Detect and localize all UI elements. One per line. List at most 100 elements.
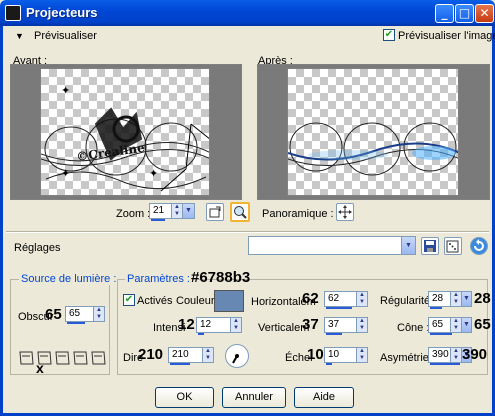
- cone-overlay: 65: [474, 316, 491, 333]
- zoom-dropdown-icon[interactable]: ▼: [182, 204, 194, 218]
- parameters-title: Paramètres :: [125, 273, 192, 285]
- cone-label: Cône :: [397, 322, 430, 334]
- scale-overlay: 10: [307, 346, 324, 363]
- regularity-spinner[interactable]: 28 ▲ ▼ ▼: [428, 291, 472, 309]
- pan-label: Panoramique :: [262, 208, 334, 220]
- regularity-spin-arrows-icon[interactable]: ▲ ▼: [450, 292, 461, 306]
- direction-spin-arrows-icon[interactable]: ▲ ▼: [202, 348, 213, 362]
- reset-icon: [474, 239, 484, 251]
- vertical-value: 37: [328, 319, 340, 330]
- regularity-value: 28: [432, 293, 444, 304]
- zoom-fit-button[interactable]: [206, 203, 224, 221]
- collapse-arrow-icon[interactable]: ▼: [15, 31, 24, 41]
- horizontal-bar: [326, 307, 352, 309]
- vertical-overlay: 37: [302, 316, 319, 333]
- horizontal-value: 62: [328, 293, 340, 304]
- preview-image-checkbox[interactable]: ✔: [383, 29, 395, 41]
- close-button[interactable]: ✕: [475, 4, 494, 23]
- intensity-spin-arrows-icon[interactable]: ▲ ▼: [230, 318, 241, 332]
- color-hex-overlay: #6788b3: [191, 269, 251, 286]
- cancel-button[interactable]: Annuler: [222, 387, 286, 408]
- random-preset-button[interactable]: [444, 237, 462, 255]
- horizontal-spin-arrows-icon[interactable]: ▲ ▼: [356, 292, 367, 306]
- regularity-overlay: 28: [474, 290, 491, 307]
- obscurity-value: 65: [69, 308, 81, 319]
- vertical-spin-arrows-icon[interactable]: ▲ ▼: [356, 318, 367, 332]
- vertical-bar: [326, 333, 342, 335]
- cone-bar: [430, 333, 452, 335]
- light-source-lamps-icon: [19, 351, 106, 365]
- obscurity-spinner[interactable]: 65 ▲ ▼: [65, 306, 105, 324]
- light-source-title: Source de lumière :: [19, 273, 119, 285]
- direction-needle-icon: [232, 354, 239, 364]
- obscurity-spin-arrows-icon[interactable]: ▲ ▼: [93, 307, 104, 321]
- color-swatch[interactable]: [214, 290, 244, 312]
- presets-label: Réglages: [14, 242, 61, 254]
- after-preview-frame: [257, 64, 490, 200]
- presets-dropdown[interactable]: ▼: [248, 236, 416, 255]
- after-preview-image: [287, 68, 459, 196]
- maximize-button[interactable]: □: [455, 4, 474, 23]
- direction-bar: [170, 363, 190, 365]
- scale-spin-arrows-icon[interactable]: ▲ ▼: [356, 348, 367, 362]
- direction-dial[interactable]: [225, 344, 249, 368]
- asymmetry-overlay: 390: [462, 346, 488, 363]
- magnifier-icon: [234, 206, 247, 219]
- direction-spinner[interactable]: 210 ▲ ▼: [168, 347, 214, 365]
- horizontal-spinner[interactable]: 62 ▲ ▼: [324, 291, 368, 309]
- save-preset-button[interactable]: [421, 237, 439, 255]
- regularity-dropdown-icon[interactable]: ▼: [461, 292, 471, 306]
- reset-preset-button[interactable]: [470, 237, 488, 255]
- vertical-spinner[interactable]: 37 ▲ ▼: [324, 317, 368, 335]
- fit-window-icon: [209, 206, 221, 218]
- obscurity-bar: [67, 322, 85, 324]
- move-icon: [338, 205, 352, 219]
- before-preview-frame: ©Crealine ✦ ✦ ✦: [10, 64, 242, 200]
- before-preview-image[interactable]: ©Crealine ✦ ✦ ✦: [40, 68, 210, 196]
- pan-button[interactable]: [336, 203, 354, 221]
- direction-overlay: 210: [138, 346, 164, 363]
- intensity-overlay: 12: [178, 316, 195, 333]
- preview-toggle-label[interactable]: Prévisualiser: [34, 30, 97, 42]
- zoom-label: Zoom :: [116, 208, 151, 220]
- minimize-button[interactable]: _: [435, 4, 454, 23]
- asymmetry-spin-arrows-icon[interactable]: ▲ ▼: [450, 348, 461, 362]
- asymmetry-value: 390: [432, 349, 449, 360]
- floppy-disk-icon: [424, 240, 436, 252]
- obscurity-overlay: 65: [45, 306, 62, 323]
- after-preview-drawing: [288, 122, 458, 176]
- scale-spinner[interactable]: 10 ▲ ▼: [324, 347, 368, 365]
- active-checkbox[interactable]: ✔: [123, 294, 135, 306]
- zoom-spin-arrows-icon[interactable]: ▲ ▼: [171, 204, 182, 218]
- svg-text:✦: ✦: [61, 85, 70, 97]
- cone-spin-arrows-icon[interactable]: ▲ ▼: [450, 318, 461, 332]
- scale-bar: [326, 363, 332, 365]
- cone-value: 65: [432, 319, 444, 330]
- before-preview-drawing: ©Crealine ✦ ✦ ✦: [41, 85, 209, 192]
- svg-text:✦: ✦: [61, 168, 70, 180]
- selected-light-marker: x: [36, 360, 44, 376]
- separator: [6, 231, 489, 233]
- cone-dropdown-icon[interactable]: ▼: [461, 318, 471, 332]
- intensity-bar: [198, 333, 204, 335]
- active-label: Activés: [137, 295, 173, 307]
- regularity-bar: [430, 307, 442, 309]
- presets-dropdown-arrow-icon[interactable]: ▼: [401, 237, 415, 254]
- zoom-spinner[interactable]: 21 ▲ ▼ ▼: [149, 203, 195, 221]
- scale-value: 10: [328, 349, 340, 360]
- cone-spinner[interactable]: 65 ▲ ▼ ▼: [428, 317, 472, 335]
- preview-image-label: Prévisualiser l'image: [398, 30, 495, 42]
- zoom-bar: [151, 219, 165, 221]
- zoom-tool-button[interactable]: [230, 202, 250, 222]
- window-title: Projecteurs: [26, 5, 98, 20]
- intensity-value: 12: [200, 319, 212, 330]
- ok-button[interactable]: OK: [155, 387, 214, 408]
- asymmetry-label: Asymétrie :: [380, 352, 436, 364]
- zoom-value: 21: [153, 205, 165, 216]
- horizontal-overlay: 62: [302, 290, 319, 307]
- intensity-spinner[interactable]: 12 ▲ ▼: [196, 317, 242, 335]
- dice-icon: [446, 240, 459, 253]
- light-source-selector[interactable]: [18, 348, 108, 371]
- direction-value: 210: [172, 349, 189, 360]
- help-button[interactable]: Aide: [294, 387, 354, 408]
